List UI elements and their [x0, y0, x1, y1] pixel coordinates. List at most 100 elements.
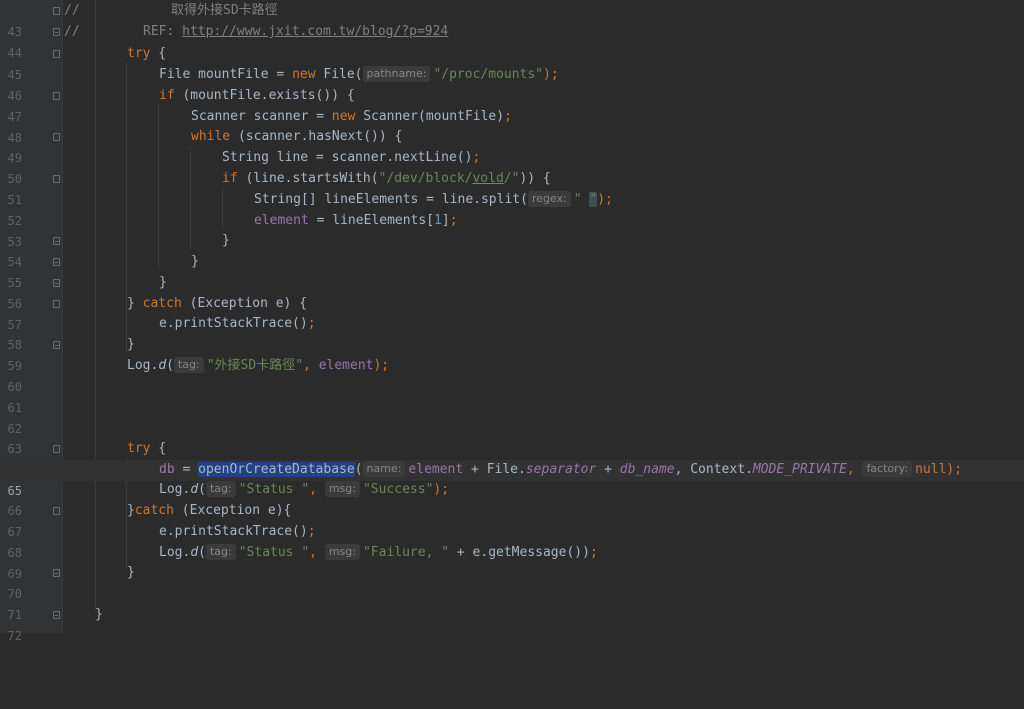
code-token: );: [597, 192, 613, 207]
code-token: = lineElements[: [308, 213, 435, 228]
code-token: String[] lineElements = line.split(: [254, 192, 528, 207]
keyword: catch: [134, 503, 174, 518]
field-reference: element: [318, 358, 374, 373]
code-token: String line = scanner.nextLine(): [222, 150, 473, 165]
code-token: + File.: [463, 462, 526, 477]
code-line[interactable]: 49 while (scanner.hasNext()) {: [0, 127, 1024, 165]
comment-marker: //: [64, 24, 80, 39]
code-token: File mountFile =: [159, 67, 293, 82]
code-token: File(: [315, 67, 363, 82]
fold-marker-icon[interactable]: [53, 258, 60, 266]
code-line[interactable]: 46 File mountFile = new File(pathname: "/…: [0, 65, 1024, 103]
parameter-hint: name:: [362, 461, 406, 477]
keyword: new: [331, 109, 356, 124]
code-token: Log.: [159, 545, 191, 560]
code-line[interactable]: 52 String[] lineElements = line.split(re…: [0, 190, 1024, 228]
fold-marker-icon[interactable]: [53, 7, 60, 15]
code-line[interactable]: 68 e.printStackTrace();: [0, 522, 1024, 560]
code-line[interactable]: 69 Log.d(tag: "Status ", msg: "Failure, " …: [0, 543, 1024, 581]
string-literal: ": [573, 192, 590, 207]
code-token: (line.startsWith(: [237, 171, 379, 186]
code-token: }: [191, 254, 199, 269]
code-line[interactable]: 54 }: [0, 231, 1024, 269]
fold-marker-icon[interactable]: [53, 133, 60, 141]
parameter-hint: msg:: [324, 544, 360, 560]
code-token: d: [190, 482, 199, 497]
comment-url-link[interactable]: http://www.jxit.com.tw/blog/?p=924: [182, 24, 448, 39]
string-literal: "Status ": [238, 545, 310, 560]
code-line[interactable]: 58 e.printStackTrace();: [0, 314, 1024, 352]
code-line[interactable]: 45 try {: [0, 44, 1024, 82]
code-token: }: [127, 565, 135, 580]
code-token: d: [190, 545, 199, 560]
code-line[interactable]: 60 Log.d(tag: "外接SD卡路徑", element);: [0, 356, 1024, 394]
code-line[interactable]: 57 } catch (Exception e) {: [0, 294, 1024, 332]
parameter-hint: tag:: [205, 544, 236, 560]
code-token: );: [433, 482, 450, 497]
keyword: if: [159, 88, 175, 103]
code-line[interactable]: 43 // 取得外接SD卡路徑: [0, 1, 1024, 39]
fold-marker-icon[interactable]: [53, 92, 60, 100]
fold-marker-icon[interactable]: [53, 237, 60, 245]
code-line[interactable]: 63: [0, 418, 1024, 456]
fold-marker-icon[interactable]: [53, 507, 60, 515]
fold-marker-icon[interactable]: [53, 445, 60, 453]
code-token: Log.: [127, 358, 159, 373]
fold-marker-icon[interactable]: [53, 569, 60, 577]
code-line[interactable]: 59 }: [0, 335, 1024, 373]
field-reference: element: [254, 213, 309, 228]
code-token: , Context.: [674, 462, 753, 477]
number-literal: 1: [434, 213, 442, 228]
string-literal: vold: [472, 171, 504, 186]
string-literal: "Status ": [238, 482, 310, 497]
code-token: ;: [589, 545, 598, 560]
code-token: (: [354, 462, 363, 477]
code-token: );: [946, 462, 963, 477]
fold-marker-icon[interactable]: [53, 175, 60, 183]
code-token: Log.: [159, 482, 191, 497]
code-line[interactable]: 55 }: [0, 252, 1024, 290]
fold-marker-icon[interactable]: [53, 300, 60, 308]
code-token: }: [159, 275, 167, 290]
fold-marker-icon[interactable]: [53, 50, 60, 58]
fold-marker-icon[interactable]: [53, 28, 60, 36]
code-token: e.printStackTrace(): [159, 316, 308, 331]
code-line[interactable]: 67 }catch (Exception e){: [0, 501, 1024, 539]
code-token: }: [127, 337, 135, 352]
code-token: ,: [303, 358, 319, 373]
parameter-hint: tag:: [173, 357, 204, 373]
code-token: ,: [309, 482, 325, 497]
code-line[interactable]: 71: [0, 584, 1024, 622]
string-literal: "Failure, ": [362, 545, 450, 560]
code-line[interactable]: 56 }: [0, 273, 1024, 311]
code-line[interactable]: 66 Log.d(tag: "Status ", msg: "Success");: [0, 480, 1024, 518]
code-line[interactable]: 64 try {: [0, 439, 1024, 477]
code-line[interactable]: 47 if (mountFile.exists()) {: [0, 86, 1024, 124]
code-line[interactable]: 51 if (line.startsWith("/dev/block/vold/…: [0, 169, 1024, 207]
code-line[interactable]: 48 Scanner scanner = new Scanner(mountFi…: [0, 107, 1024, 145]
code-line-current[interactable]: 65 db = openOrCreateDatabase(name: elemen…: [0, 460, 1024, 498]
code-token: );: [543, 67, 559, 82]
field-reference: element: [408, 462, 464, 477]
code-editor[interactable]: 43 // 取得外接SD卡路徑 44 // REF: http://www.jx…: [0, 0, 1024, 643]
code-line[interactable]: 61: [0, 377, 1024, 415]
keyword: try: [127, 46, 151, 61]
fold-marker-icon[interactable]: [53, 611, 60, 619]
parameter-hint: regex:: [527, 191, 571, 207]
code-token: d: [158, 358, 167, 373]
code-token: ;: [307, 316, 316, 331]
code-line[interactable]: 72 }: [0, 605, 1024, 643]
fold-marker-icon[interactable]: [53, 279, 60, 287]
selected-method-name[interactable]: openOrCreateDatabase: [198, 462, 355, 477]
parameter-hint: pathname:: [362, 66, 431, 82]
code-line[interactable]: 70 }: [0, 563, 1024, 601]
code-line[interactable]: 62: [0, 398, 1024, 436]
code-line[interactable]: 44 // REF: http://www.jxit.com.tw/blog/?…: [0, 22, 1024, 60]
fold-marker-icon[interactable]: [53, 341, 60, 349]
code-line[interactable]: 50 String line = scanner.nextLine();: [0, 148, 1024, 186]
code-token: ;: [504, 109, 512, 124]
code-line[interactable]: 53 element = lineElements[1];: [0, 211, 1024, 249]
comment-text: 取得外接SD卡路徑: [171, 3, 278, 18]
string-literal: "外接SD卡路徑": [206, 358, 304, 373]
code-token: (mountFile.exists()) {: [174, 88, 355, 103]
